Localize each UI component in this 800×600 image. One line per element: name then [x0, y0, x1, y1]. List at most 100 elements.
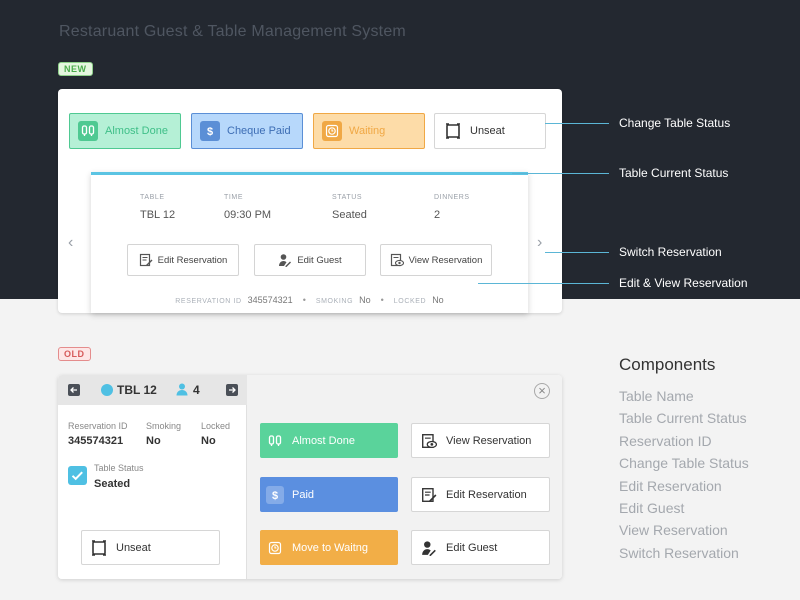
old-view-reservation-label: View Reservation: [446, 434, 532, 447]
components-list-item: Change Table Status: [619, 455, 749, 472]
cheque-paid-button[interactable]: $ Cheque Paid: [191, 113, 303, 149]
guest-count: 4: [193, 383, 200, 397]
time-label: TIME: [224, 194, 244, 201]
next-table-button[interactable]: [226, 384, 238, 396]
edit-guest-icon: [279, 254, 292, 267]
old-edit-guest-label: Edit Guest: [446, 541, 498, 554]
old-edit-reservation-label: Edit Reservation: [446, 488, 527, 501]
table-label: TABLE: [140, 194, 165, 201]
clock-icon: [266, 539, 284, 557]
old-move-to-waiting-label: Move to Waitng: [292, 541, 369, 554]
time-column: TIME 09:30 PM: [224, 194, 271, 221]
smoking-value: No: [359, 295, 371, 305]
locked-value: No: [432, 295, 444, 305]
page-title: Restaruant Guest & Table Management Syst…: [59, 23, 406, 40]
old-table-name: TBL 12: [117, 383, 157, 397]
buzzer-icon: [266, 432, 284, 450]
footer-separator: •: [380, 295, 384, 305]
old-almost-done-button[interactable]: Almost Done: [260, 423, 398, 458]
old-edit-guest-button[interactable]: Edit Guest: [411, 530, 550, 565]
almost-done-button[interactable]: Almost Done: [69, 113, 181, 149]
components-list-item: Reservation ID: [619, 432, 712, 449]
old-left-panel: TBL 12 4 Reservation ID 345574321 Smokin…: [58, 375, 247, 579]
callout-change-status: Change Table Status: [619, 116, 731, 130]
status-value: Seated: [332, 209, 367, 221]
old-edit-reservation-button[interactable]: Edit Reservation: [411, 477, 550, 512]
old-reservation-id-label: Reservation ID: [68, 421, 128, 431]
callout-line-switch: [545, 252, 609, 253]
waiting-button[interactable]: Waiting: [313, 113, 425, 149]
old-right-panel: × Almost Done View Reservation $ Paid Ed…: [247, 375, 562, 579]
old-table-status-label: Table Status: [94, 463, 144, 473]
dinners-value: 2: [434, 209, 441, 221]
arrow-right-icon: [229, 387, 236, 393]
old-table-status-value: Seated: [94, 478, 131, 490]
old-unseat-label: Unseat: [116, 541, 151, 554]
reservation-id-label: RESERVATION ID: [175, 298, 242, 305]
edit-reservation-button[interactable]: Edit Reservation: [127, 244, 239, 276]
cheque-paid-label: Cheque Paid: [227, 125, 291, 137]
frame-icon: [443, 121, 463, 141]
table-status-checkbox[interactable]: [68, 466, 87, 485]
callout-switch: Switch Reservation: [619, 245, 722, 259]
view-reservation-button[interactable]: View Reservation: [380, 244, 492, 276]
guest-icon: [176, 383, 188, 401]
callout-line-edit-view: [478, 283, 609, 284]
buzzer-icon: [78, 121, 98, 141]
dinners-column: DINNERS 2: [434, 194, 470, 221]
components-title: Components: [619, 355, 716, 374]
components-list-item: Table Current Status: [619, 410, 747, 427]
close-button[interactable]: ×: [534, 383, 550, 399]
status-column: STATUS Seated: [332, 194, 367, 221]
callout-line-current-status: [512, 173, 609, 174]
new-tag: NEW: [58, 62, 93, 76]
old-locked-label: Locked: [201, 421, 231, 431]
svg-text:$: $: [272, 490, 278, 502]
unseat-button[interactable]: Unseat: [434, 113, 546, 149]
reservation-panel: TABLE TBL 12 TIME 09:30 PM STATUS Seated…: [91, 172, 528, 313]
edit-guest-label: Edit Guest: [297, 254, 342, 266]
arrow-left-icon: [70, 387, 77, 393]
locked-label: LOCKED: [393, 298, 427, 305]
edit-document-icon: [139, 253, 153, 267]
edit-guest-button[interactable]: Edit Guest: [254, 244, 366, 276]
old-tag: OLD: [58, 347, 91, 361]
view-document-icon: [390, 253, 404, 267]
table-value: TBL 12: [140, 209, 176, 221]
old-header: TBL 12 4: [58, 375, 247, 405]
dollar-icon: $: [200, 121, 220, 141]
prev-table-button[interactable]: [68, 384, 80, 396]
old-view-reservation-button[interactable]: View Reservation: [411, 423, 550, 458]
components-list: Table Name Table Current Status Reservat…: [619, 386, 749, 565]
waiting-label: Waiting: [349, 125, 386, 137]
next-reservation-arrow[interactable]: ›: [537, 234, 542, 252]
components-list-item: Edit Reservation: [619, 477, 722, 494]
old-paid-button[interactable]: $ Paid: [260, 477, 398, 512]
old-move-to-waiting-button[interactable]: Move to Waitng: [260, 530, 398, 565]
callout-line-change-status: [545, 123, 609, 124]
old-smoking-label: Smoking: [146, 421, 182, 431]
checkmark-icon: [71, 471, 83, 481]
table-column: TABLE TBL 12: [140, 194, 175, 221]
old-table-card: TBL 12 4 Reservation ID 345574321 Smokin…: [58, 375, 562, 579]
components-list-item: Edit Guest: [619, 499, 685, 516]
dollar-icon: $: [266, 485, 284, 504]
edit-reservation-label: Edit Reservation: [157, 254, 228, 266]
dinners-label: DINNERS: [434, 194, 470, 201]
unseat-label: Unseat: [470, 125, 505, 137]
reservation-id-value: 345574321: [247, 295, 293, 305]
callout-current-status: Table Current Status: [619, 166, 729, 180]
components-list-item: Switch Reservation: [619, 544, 739, 561]
frame-icon: [90, 539, 108, 557]
old-unseat-button[interactable]: Unseat: [81, 530, 220, 565]
smoking-label: SMOKING: [315, 298, 354, 305]
components-list-item: View Reservation: [619, 522, 728, 539]
old-reservation-id-value: 345574321: [68, 435, 124, 447]
edit-guest-icon: [420, 539, 438, 557]
clock-icon: [322, 121, 342, 141]
old-smoking-value: No: [146, 435, 161, 447]
edit-document-icon: [420, 486, 438, 504]
close-icon: ×: [538, 383, 546, 398]
previous-reservation-arrow[interactable]: ‹: [68, 234, 73, 252]
table-status-dot: [101, 384, 113, 396]
